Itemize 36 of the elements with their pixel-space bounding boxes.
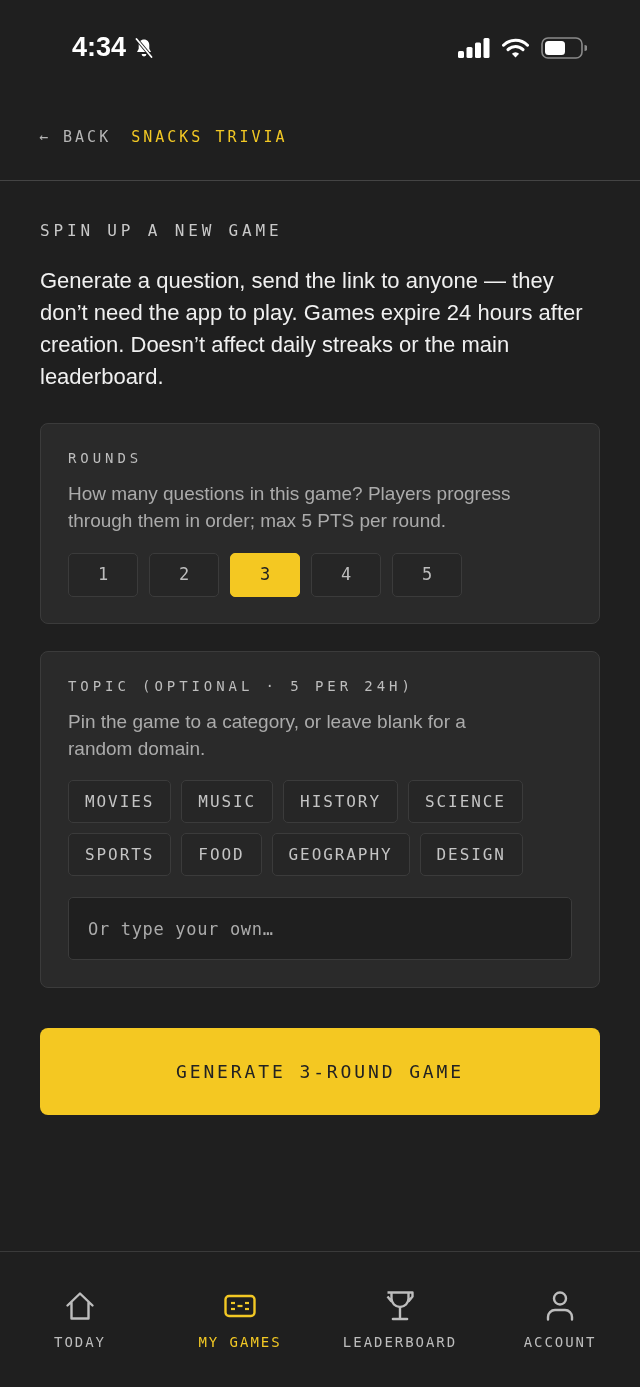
topic-chip[interactable]: SCIENCE	[407, 780, 523, 823]
round-option[interactable]: 2	[149, 553, 219, 597]
tab-item[interactable]: LEADERBOARD	[320, 1290, 480, 1351]
section-title: SPIN UP A NEW GAME	[40, 220, 284, 242]
topic-chip[interactable]: MOVIES	[68, 780, 172, 823]
topic-input[interactable]: Or type your own…	[68, 897, 572, 960]
back-link[interactable]: ← BACK	[39, 126, 112, 149]
page-title: SNACKS TRIVIA	[131, 127, 288, 149]
wifi-icon	[502, 37, 529, 58]
topic-label: TOPIC (OPTIONAL · 5 PER 24H)	[68, 677, 415, 696]
topic-chip[interactable]: MUSIC	[181, 780, 274, 823]
topic-description: Pin the game to a category, or leave blank for a random domain.	[68, 710, 467, 761]
topic-chip[interactable]: SPORTS	[68, 833, 172, 876]
round-option[interactable]: 3	[230, 553, 300, 597]
round-option[interactable]: 4	[311, 553, 381, 597]
tab-item[interactable]: TODAY	[0, 1290, 160, 1351]
person-icon	[546, 1291, 574, 1321]
tab-item[interactable]: ACCOUNT	[480, 1290, 640, 1351]
generate-button[interactable]: GENERATE 3-ROUND GAME	[40, 1028, 600, 1115]
round-option[interactable]: 5	[392, 553, 462, 597]
game-board-icon	[224, 1294, 256, 1318]
topic-chip[interactable]: HISTORY	[283, 780, 398, 823]
topic-chip[interactable]: FOOD	[181, 833, 262, 876]
home-icon	[65, 1291, 95, 1321]
topic-chip[interactable]: GEOGRAPHY	[271, 833, 410, 876]
tab-item[interactable]: MY GAMES	[160, 1290, 320, 1351]
rounds-description: How many questions in this game? Players progress through them in order; max 5 PTS per round.	[68, 482, 512, 533]
topic-chip[interactable]: DESIGN	[419, 833, 523, 876]
trophy-icon	[386, 1291, 414, 1321]
intro-paragraph: Generate a question, send the link to anyone — they don’t need the app to play. Games expire 24 hours after creation. Doesn’t affect daily streaks or the main leaderboard.	[40, 267, 584, 391]
round-option[interactable]: 1	[68, 553, 138, 597]
status-time: 4:34	[72, 34, 127, 61]
battery-icon	[541, 36, 587, 59]
signal-icon	[458, 37, 490, 58]
rounds-label: ROUNDS	[68, 449, 144, 468]
bell-off-icon	[134, 36, 155, 59]
